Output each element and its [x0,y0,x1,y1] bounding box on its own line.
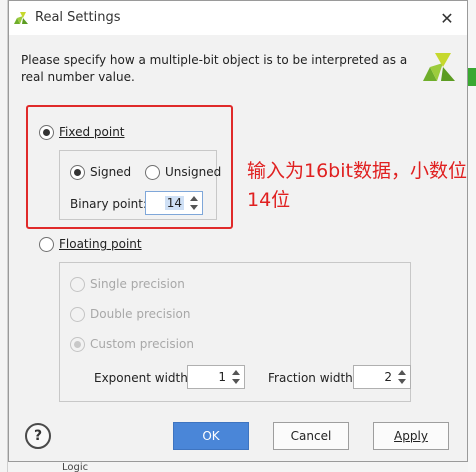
exponent-width-arrows[interactable] [230,367,242,387]
real-settings-dialog: Real Settings ✕ Please specify how a mul… [8,0,468,462]
exponent-width-label: Exponent width: [94,371,192,385]
help-icon: ? [33,428,43,444]
single-precision-label: Single precision [90,277,185,291]
cancel-button[interactable]: Cancel [273,422,349,450]
floating-point-label-text: Floating point [59,237,142,251]
background-panel-left [0,0,8,472]
vivado-logo-large-icon [423,53,455,81]
close-button[interactable]: ✕ [429,3,465,33]
background-text-fragment: Logic [62,462,89,472]
spin-down-icon[interactable] [232,379,240,384]
title-bar[interactable]: Real Settings ✕ [9,1,467,35]
annotation-text: 输入为16bit数据，小数位14位 [247,160,467,211]
fraction-width-arrows[interactable] [396,367,408,387]
help-button[interactable]: ? [25,423,51,449]
exponent-width-spinner[interactable]: 1 [187,365,245,389]
window-title: Real Settings [35,10,121,25]
vivado-logo-icon [14,12,28,24]
close-icon: ✕ [440,8,454,28]
spin-down-icon[interactable] [398,379,406,384]
ok-button[interactable]: OK [173,422,249,450]
floating-point-label: Floating point [59,237,142,251]
apply-button-label: Apply [394,429,428,443]
fraction-width-spinner[interactable]: 2 [353,365,411,389]
description-text: Please specify how a multiple-bit object… [21,53,408,84]
fraction-width-label: Fraction width: [268,371,357,385]
fraction-width-value[interactable]: 2 [384,370,392,384]
spin-up-icon[interactable] [232,370,240,375]
double-precision-label: Double precision [90,307,191,321]
background-green-marker [468,68,476,86]
custom-precision-label: Custom precision [90,337,194,351]
apply-button[interactable]: Apply [373,422,449,450]
double-precision-radio[interactable] [70,307,85,322]
annotation-highlight-box [26,105,233,229]
single-precision-radio[interactable] [70,277,85,292]
custom-precision-radio[interactable] [70,337,85,352]
spin-up-icon[interactable] [398,370,406,375]
exponent-width-value[interactable]: 1 [218,370,226,384]
floating-point-radio[interactable] [39,237,54,252]
